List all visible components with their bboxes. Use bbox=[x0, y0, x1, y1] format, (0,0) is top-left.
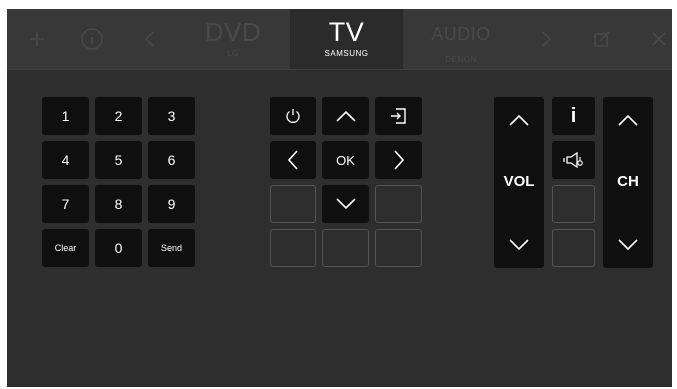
key-6[interactable]: 6 bbox=[148, 141, 195, 179]
up-button[interactable] bbox=[322, 97, 369, 135]
chevron-right-icon[interactable] bbox=[534, 27, 558, 51]
arrow-up-icon bbox=[618, 114, 638, 126]
arrow-up-icon bbox=[509, 114, 529, 126]
mute-icon bbox=[562, 151, 583, 169]
key-1[interactable]: 1 bbox=[42, 97, 89, 135]
key-2[interactable]: 2 bbox=[95, 97, 142, 135]
key-8[interactable]: 8 bbox=[95, 185, 142, 223]
device-name: AUDIO bbox=[431, 24, 491, 44]
ok-button[interactable]: OK bbox=[322, 141, 369, 179]
arrow-left-icon bbox=[287, 150, 298, 170]
send-button[interactable]: Send bbox=[148, 229, 195, 267]
empty-key bbox=[552, 185, 595, 223]
right-button[interactable] bbox=[375, 141, 422, 179]
key-0[interactable]: 0 bbox=[95, 229, 142, 267]
info-button[interactable]: i bbox=[552, 97, 595, 135]
device-top-bar: DVD LG TV SAMSUNG AUDIO DENON bbox=[7, 9, 672, 70]
device-name: TV bbox=[328, 17, 365, 47]
arrow-down-icon bbox=[618, 239, 638, 251]
key-4[interactable]: 4 bbox=[42, 141, 89, 179]
arrow-down-icon bbox=[335, 198, 356, 210]
info-icon[interactable] bbox=[80, 27, 104, 51]
channel-down-button[interactable] bbox=[603, 222, 653, 268]
channel-rocker: CH bbox=[603, 97, 653, 268]
empty-key bbox=[375, 229, 422, 267]
volume-down-button[interactable] bbox=[494, 222, 544, 268]
empty-key bbox=[270, 185, 316, 223]
device-tab-dvd[interactable]: DVD LG bbox=[193, 9, 273, 69]
plus-icon[interactable] bbox=[25, 27, 49, 51]
input-source-icon bbox=[390, 108, 406, 124]
arrow-up-icon bbox=[335, 110, 356, 122]
empty-key bbox=[552, 229, 595, 267]
device-brand: LG bbox=[227, 49, 239, 58]
volume-label: VOL bbox=[503, 173, 535, 190]
chevron-left-icon[interactable] bbox=[138, 27, 162, 51]
device-brand: DENON bbox=[445, 55, 477, 64]
left-button[interactable] bbox=[270, 141, 316, 179]
arrow-right-icon bbox=[393, 150, 404, 170]
edit-icon[interactable] bbox=[590, 27, 614, 51]
close-icon[interactable] bbox=[647, 27, 671, 51]
key-7[interactable]: 7 bbox=[42, 185, 89, 223]
volume-up-button[interactable] bbox=[494, 97, 544, 143]
input-source-button[interactable] bbox=[375, 97, 422, 135]
channel-up-button[interactable] bbox=[603, 97, 653, 143]
empty-key bbox=[375, 185, 422, 223]
device-tab-audio[interactable]: AUDIO DENON bbox=[421, 9, 501, 69]
power-button[interactable] bbox=[270, 97, 316, 135]
mute-button[interactable] bbox=[552, 141, 595, 179]
clear-button[interactable]: Clear bbox=[42, 229, 89, 267]
device-brand: SAMSUNG bbox=[324, 49, 369, 58]
power-icon bbox=[286, 109, 300, 123]
device-name: DVD bbox=[204, 17, 262, 47]
empty-key bbox=[322, 229, 369, 267]
key-5[interactable]: 5 bbox=[95, 141, 142, 179]
empty-key bbox=[270, 229, 316, 267]
down-button[interactable] bbox=[322, 185, 369, 223]
remote-screen: DVD LG TV SAMSUNG AUDIO DENON 1 2 3 4 5 … bbox=[7, 9, 672, 387]
volume-rocker: VOL bbox=[494, 97, 544, 268]
device-tab-tv[interactable]: TV SAMSUNG bbox=[290, 9, 403, 69]
key-9[interactable]: 9 bbox=[148, 185, 195, 223]
arrow-down-icon bbox=[509, 239, 529, 251]
channel-label: CH bbox=[617, 173, 639, 190]
key-3[interactable]: 3 bbox=[148, 97, 195, 135]
